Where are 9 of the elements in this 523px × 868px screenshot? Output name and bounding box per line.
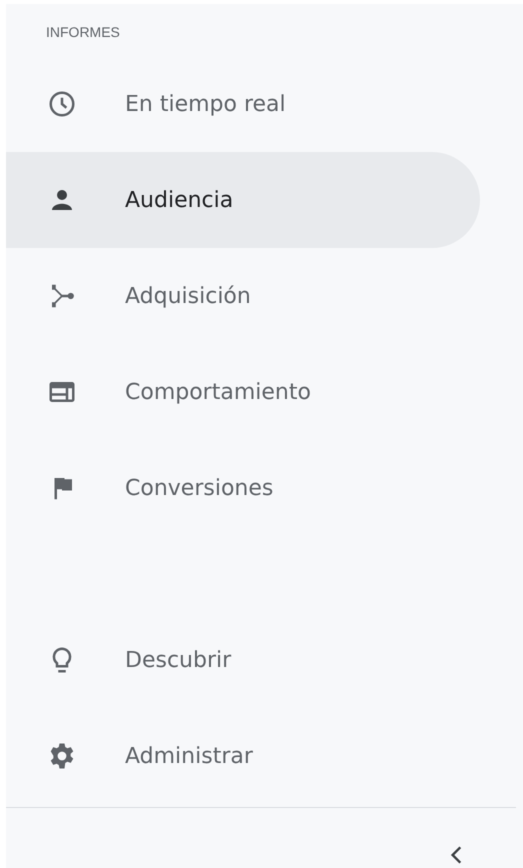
section-title: INFORMES — [45, 23, 121, 42]
sidebar-item[interactable]: Descubrir — [6, 612, 480, 708]
sidebar-item[interactable]: Adquisición — [6, 248, 480, 344]
sidebar-item[interactable]: Comportamiento — [6, 344, 480, 440]
sidebar-item[interactable]: Audiencia — [6, 152, 480, 248]
sidebar-item[interactable]: Administrar — [6, 708, 480, 804]
sidebar-item[interactable]: En tiempo real — [6, 56, 480, 152]
clock-icon — [47, 89, 77, 119]
sidebar-item[interactable]: Conversiones — [6, 440, 480, 536]
